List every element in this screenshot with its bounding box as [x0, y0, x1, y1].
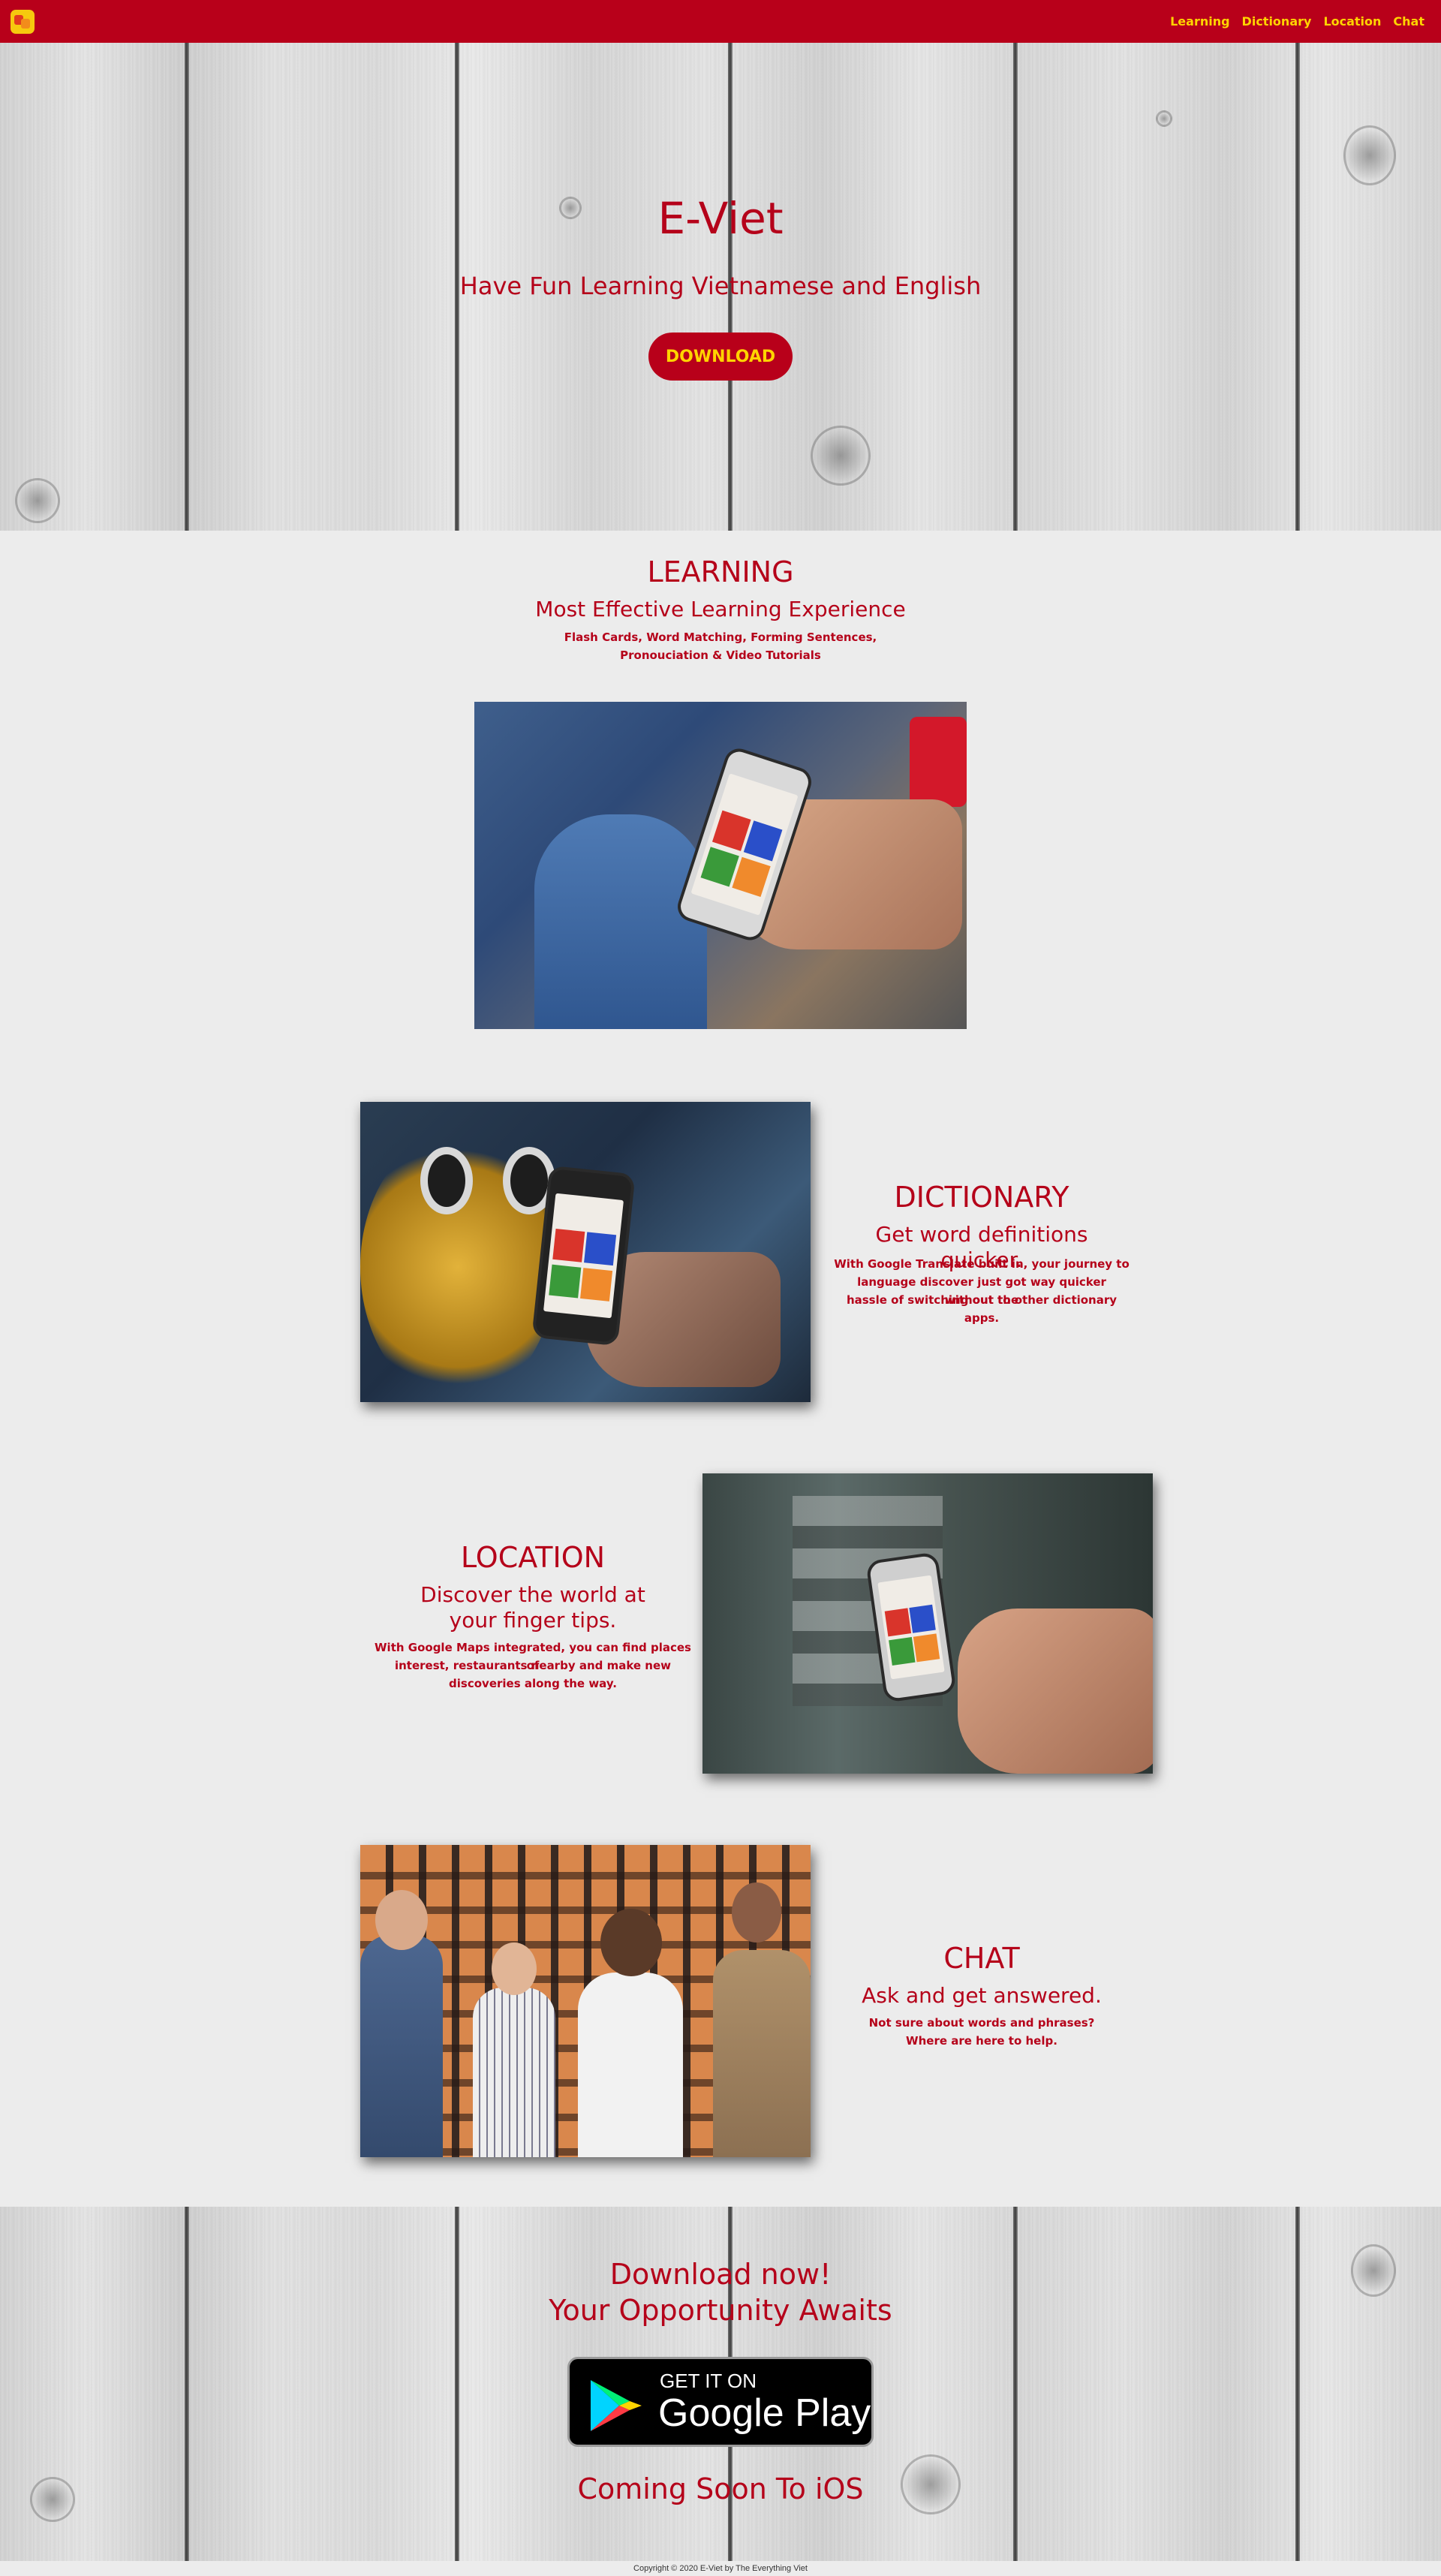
location-description-line: interest, restaurants nearby and make ne… [394, 1659, 672, 1672]
nav-link-chat[interactable]: Chat [1393, 14, 1424, 29]
person-shape [713, 1950, 811, 2157]
nav-link-dictionary[interactable]: Dictionary [1242, 14, 1312, 29]
chat-description-line: Not sure about words and phrases? [868, 2016, 1095, 2030]
person-shape [360, 1935, 443, 2157]
chat-photo [360, 1845, 811, 2157]
location-subtitle-line: your finger tips. [449, 1608, 617, 1633]
learning-title: LEARNING [647, 555, 794, 588]
footer-copyright: Copyright © 2020 E-Viet by The Everythin… [633, 2564, 808, 2573]
learning-subtitle: Most Effective Learning Experience [535, 597, 906, 621]
phone-screen [543, 1193, 624, 1319]
app-logo-icon[interactable] [11, 9, 35, 34]
mural-eye-shape [420, 1147, 473, 1214]
dictionary-photo [360, 1102, 811, 1402]
person-head-shape [492, 1943, 537, 1995]
person-head-shape [600, 1909, 662, 1976]
location-subtitle-line: Discover the world at [420, 1582, 645, 1607]
chat-subtitle: Ask and get answered. [862, 1983, 1102, 2008]
ios-coming-soon: Coming Soon To iOS [577, 2472, 864, 2505]
hero-section: E-Viet Have Fun Learning Vietnamese and … [0, 43, 1441, 531]
phone-mockup [531, 1165, 636, 1347]
person-head-shape [375, 1890, 428, 1950]
wood-knot [1156, 110, 1172, 127]
wood-knot [811, 426, 871, 486]
learning-description-line: Flash Cards, Word Matching, Forming Sent… [564, 630, 877, 644]
dictionary-description-line: hassle of switching out to other diction… [846, 1293, 1118, 1325]
person-shape [473, 1988, 555, 2157]
badge-big-text: Google Play [658, 2391, 871, 2435]
nav-link-location[interactable]: Location [1323, 14, 1381, 29]
learning-photo [474, 702, 967, 1029]
google-play-icon [591, 2380, 642, 2431]
nav-link-learning[interactable]: Learning [1170, 14, 1229, 29]
person-head-shape [732, 1882, 781, 1943]
google-play-badge[interactable]: GET IT ON Google Play [567, 2357, 874, 2447]
download-tagline: Your Opportunity Awaits [549, 2294, 892, 2327]
red-cushion-shape [910, 717, 967, 807]
location-photo [702, 1473, 1153, 1774]
hero-title: E-Viet [657, 193, 784, 244]
chat-title: CHAT [943, 1942, 1020, 1975]
hero-subtitle: Have Fun Learning Vietnamese and English [459, 272, 982, 300]
top-navbar: Learning Dictionary Location Chat [0, 0, 1441, 43]
person-shape [578, 1973, 683, 2157]
location-description-line: discoveries along the way. [449, 1677, 617, 1690]
phone-screen [877, 1575, 945, 1680]
chat-description-line: Where are here to help. [906, 2034, 1057, 2048]
dictionary-description-line: With Google Translate built in, your jou… [834, 1257, 1130, 1271]
wood-knot [15, 478, 60, 523]
download-section: Download now! Your Opportunity Awaits GE… [0, 2207, 1441, 2561]
person-shape [534, 814, 707, 1029]
wood-knot [1343, 125, 1396, 185]
location-title: LOCATION [460, 1541, 606, 1574]
download-button[interactable]: DOWNLOAD [648, 333, 793, 381]
learning-description-line: Pronouciation & Video Tutorials [620, 649, 821, 662]
download-heading: Download now! [609, 2258, 832, 2291]
dictionary-title: DICTIONARY [894, 1181, 1069, 1214]
nav-links: Learning Dictionary Location Chat [1170, 14, 1424, 29]
badge-small-text: GET IT ON [660, 2370, 757, 2392]
hand-shape [958, 1608, 1153, 1774]
